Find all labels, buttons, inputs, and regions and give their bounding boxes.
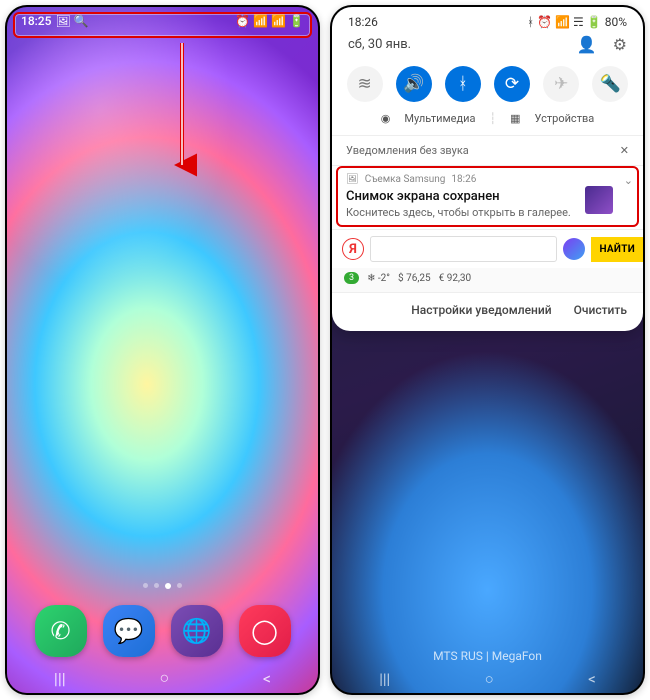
carrier-label: MTS RUS | MegaFon bbox=[332, 649, 643, 663]
gear-icon[interactable]: ⚙ bbox=[613, 35, 627, 54]
toggle-rotate[interactable]: ⟳ bbox=[494, 66, 530, 102]
shade-battery: 80% bbox=[605, 15, 627, 29]
weather-temp: ❄ -2° bbox=[367, 273, 390, 284]
nav-home[interactable]: ○ bbox=[485, 670, 494, 688]
annotation-arrow-down bbox=[167, 43, 197, 183]
dock-browser-icon[interactable]: 🌐 bbox=[171, 605, 223, 657]
notif-settings-button[interactable]: Настройки уведомлений bbox=[411, 303, 551, 317]
close-icon[interactable]: ✕ bbox=[620, 144, 629, 157]
shade-status-icons: ᚼ ⏰ 📶 ☴ 🔋 bbox=[527, 15, 602, 29]
nav-home[interactable]: ○ bbox=[159, 668, 169, 688]
rate-usd: $ 76,25 bbox=[398, 273, 431, 284]
phone-left-home: 18:25 🖼 🔍 ⏰ 📶 📶 🔋 ✆ 💬 bbox=[5, 5, 320, 695]
notif-time: 18:26 bbox=[451, 174, 476, 185]
dock: ✆ 💬 🌐 ◯ bbox=[7, 605, 318, 657]
shade-footer: Настройки уведомлений Очистить bbox=[332, 292, 643, 331]
notification-shade[interactable]: 18:26 ᚼ ⏰ 📶 ☴ 🔋 80% сб, 30 янв. 👤 ⚙ ≋ 🔊 … bbox=[332, 7, 643, 331]
alice-icon[interactable] bbox=[563, 238, 585, 260]
yandex-info-row[interactable]: 3 ❄ -2° $ 76,25 € 92,30 bbox=[332, 268, 643, 292]
yandex-search-input[interactable] bbox=[370, 236, 557, 262]
media-icon: ◉ bbox=[381, 112, 391, 125]
rate-eur: € 92,30 bbox=[439, 273, 472, 284]
quick-toggles: ≋ 🔊 ᚼ ⟳ ✈ 🔦 bbox=[332, 62, 643, 110]
wallpaper: 18:25 🖼 🔍 ⏰ 📶 📶 🔋 ✆ 💬 bbox=[7, 7, 318, 693]
nav-back[interactable]: < bbox=[588, 670, 596, 688]
user-icon[interactable]: 👤 bbox=[577, 35, 597, 54]
notif-app: Съемка Samsung bbox=[365, 174, 446, 185]
yandex-widget[interactable]: Я НАЙТИ bbox=[332, 229, 643, 268]
nav-recents[interactable]: ||| bbox=[379, 670, 390, 688]
shade-status-bar: 18:26 ᚼ ⏰ 📶 ☴ 🔋 80% bbox=[332, 7, 643, 33]
dock-phone-icon[interactable]: ✆ bbox=[35, 605, 87, 657]
wallpaper-blurred: 18:26 ᚼ ⏰ 📶 ☴ 🔋 80% сб, 30 янв. 👤 ⚙ ≋ 🔊 … bbox=[332, 7, 643, 693]
devices-icon: ▦ bbox=[510, 112, 520, 125]
status-bar[interactable]: 18:25 🖼 🔍 ⏰ 📶 📶 🔋 bbox=[7, 7, 318, 35]
nav-recents[interactable]: ||| bbox=[54, 669, 66, 688]
page-indicator bbox=[7, 583, 318, 589]
status-icons-right: ⏰ 📶 📶 🔋 bbox=[235, 14, 304, 28]
chevron-down-icon[interactable]: ⌄ bbox=[624, 174, 633, 187]
notification-screenshot[interactable]: 🖼 Съемка Samsung 18:26 Снимок экрана сох… bbox=[332, 165, 643, 229]
clear-button[interactable]: Очистить bbox=[574, 303, 627, 317]
media-label[interactable]: Мультимедиа bbox=[404, 112, 475, 125]
yandex-logo-icon[interactable]: Я bbox=[342, 238, 364, 260]
weather-badge: 3 bbox=[344, 272, 359, 284]
toggle-flashlight[interactable]: 🔦 bbox=[592, 66, 628, 102]
image-icon: 🖼 bbox=[346, 174, 359, 185]
toggle-airplane[interactable]: ✈ bbox=[543, 66, 579, 102]
nav-bar: ||| ○ < bbox=[7, 663, 318, 693]
yandex-find-button[interactable]: НАЙТИ bbox=[591, 237, 643, 262]
silent-header: Уведомления без звука ✕ bbox=[332, 135, 643, 165]
toggle-wifi[interactable]: ≋ bbox=[347, 66, 383, 102]
devices-label[interactable]: Устройства bbox=[535, 112, 595, 125]
status-icons-left: 🖼 🔍 bbox=[55, 14, 88, 28]
silent-label: Уведомления без звука bbox=[346, 144, 469, 157]
notif-thumbnail[interactable] bbox=[585, 186, 613, 214]
media-devices-row: ◉ Мультимедиа ┆ ▦ Устройства bbox=[332, 110, 643, 135]
toggle-sound[interactable]: 🔊 bbox=[396, 66, 432, 102]
dock-messages-icon[interactable]: 💬 bbox=[103, 605, 155, 657]
toggle-bluetooth[interactable]: ᚼ bbox=[445, 66, 481, 102]
status-time: 18:25 bbox=[21, 14, 51, 28]
phone-right-shade: 18:26 ᚼ ⏰ 📶 ☴ 🔋 80% сб, 30 янв. 👤 ⚙ ≋ 🔊 … bbox=[330, 5, 645, 695]
shade-date: сб, 30 янв. bbox=[348, 37, 411, 52]
shade-time: 18:26 bbox=[348, 15, 378, 29]
dock-camera-icon[interactable]: ◯ bbox=[239, 605, 291, 657]
nav-back[interactable]: < bbox=[263, 669, 271, 688]
nav-bar: ||| ○ < bbox=[332, 665, 643, 693]
